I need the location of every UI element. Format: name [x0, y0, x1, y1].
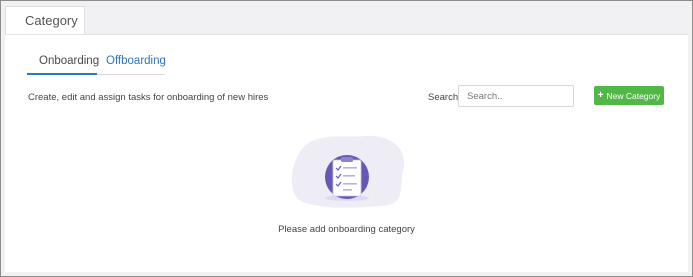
search-label: Search	[428, 92, 459, 103]
content-panel: Onboarding Offboarding Create, edit and …	[5, 34, 688, 272]
category-tab-label: Category	[25, 13, 78, 28]
app-frame: Category Onboarding Offboarding Create, …	[0, 0, 693, 277]
clipboard-checklist-icon	[332, 157, 362, 197]
tab-onboarding[interactable]: Onboarding	[39, 55, 99, 67]
empty-state-message: Please add onboarding category	[278, 224, 415, 235]
page-description: Create, edit and assign tasks for onboar…	[28, 92, 269, 103]
tab-offboarding[interactable]: Offboarding	[106, 55, 166, 67]
new-category-label: New Category	[606, 90, 661, 101]
category-tab[interactable]: Category	[5, 6, 85, 35]
plus-icon: +	[597, 89, 604, 101]
new-category-button[interactable]: + New Category	[594, 86, 664, 105]
search-input[interactable]	[458, 85, 574, 107]
empty-state-illustration	[291, 135, 405, 208]
active-tab-indicator	[27, 73, 97, 75]
